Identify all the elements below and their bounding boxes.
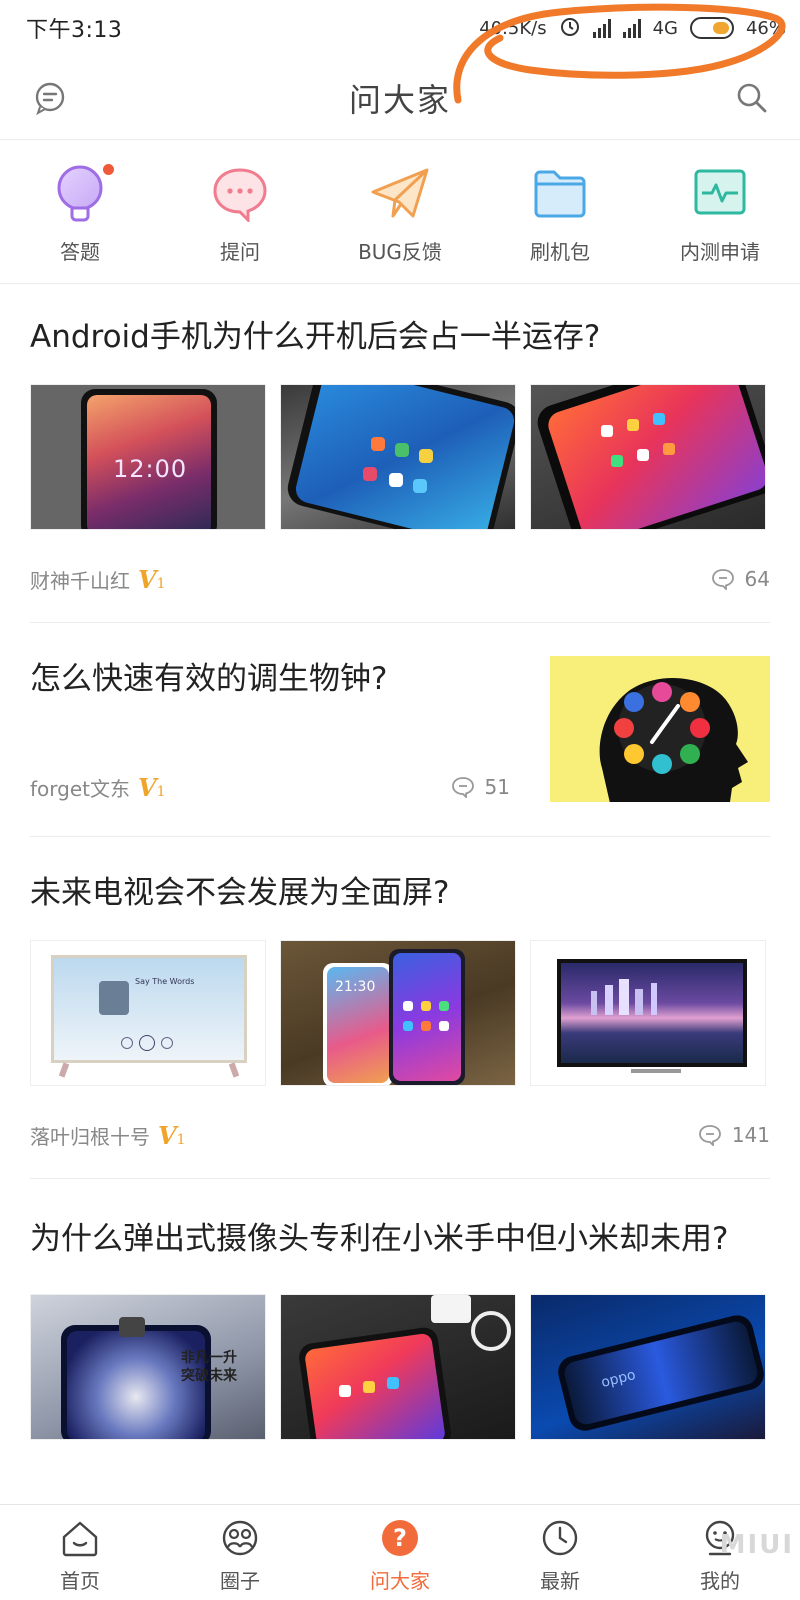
question-meta: 财神千山红 V1 64: [30, 564, 770, 594]
phone-time: 21:30: [335, 979, 376, 995]
alarm-icon: [559, 15, 581, 42]
question-card[interactable]: 未来电视会不会发展为全面屏? Say The Words 21:30 落叶归根十…: [30, 870, 770, 1150]
question-title[interactable]: 为什么弹出式摄像头专利在小米手中但小米却未用?: [30, 1212, 770, 1266]
category-bug-feedback[interactable]: BUG反馈: [320, 140, 480, 283]
comment-icon: [711, 569, 734, 590]
question-image[interactable]: [280, 384, 516, 530]
notification-dot: [103, 164, 114, 175]
question-image[interactable]: Say The Words: [30, 940, 266, 1086]
author-name: 财神千山红: [30, 568, 130, 593]
author-name: 落叶归根十号: [30, 1124, 150, 1149]
app-header: 问大家: [0, 56, 800, 140]
category-ask[interactable]: 提问: [160, 140, 320, 283]
lightbulb-icon: [48, 162, 114, 226]
question-image[interactable]: [550, 656, 770, 802]
community-icon: [219, 1517, 261, 1559]
vip-badge: V1: [138, 772, 166, 802]
nav-ask-everyone[interactable]: ? 问大家: [320, 1505, 480, 1600]
battery-icon: [689, 17, 734, 39]
category-label: 答题: [60, 240, 100, 264]
question-feed: Android手机为什么开机后会占一半运存? 12:00 财神千山红 V1 64…: [0, 284, 800, 1504]
home-icon: [59, 1517, 101, 1559]
nav-label: 最新: [540, 1569, 580, 1593]
question-image[interactable]: [530, 940, 766, 1086]
nav-home[interactable]: 首页: [0, 1505, 160, 1600]
battery-level: 46%: [745, 17, 786, 39]
network-type: 4G: [652, 17, 678, 39]
divider: [30, 1178, 770, 1179]
category-answer[interactable]: 答题: [0, 140, 160, 283]
paper-plane-icon: [368, 162, 432, 226]
question-title[interactable]: 未来电视会不会发展为全面屏?: [30, 870, 770, 916]
question-meta: forget文东 V1 51: [30, 772, 510, 802]
promo-text: 非凡一升 突破未来: [181, 1350, 237, 1384]
category-label: 内测申请: [680, 240, 760, 264]
brain-clock-illustration: [599, 678, 748, 802]
question-image[interactable]: [280, 1294, 516, 1440]
nav-label: 问大家: [370, 1569, 430, 1593]
vip-badge: V1: [158, 1120, 186, 1150]
nav-community[interactable]: 圈子: [160, 1505, 320, 1600]
tv-caption: Say The Words: [135, 977, 195, 986]
question-meta: 落叶归根十号 V1 141: [30, 1120, 770, 1150]
vip-badge: V1: [138, 564, 166, 594]
chat-bubble-icon: [208, 162, 272, 226]
author-info[interactable]: 落叶归根十号 V1: [30, 1121, 186, 1150]
clock-icon: [539, 1517, 581, 1559]
category-label: BUG反馈: [358, 240, 442, 264]
question-title[interactable]: Android手机为什么开机后会占一半运存?: [30, 314, 770, 360]
category-label: 刷机包: [530, 240, 590, 264]
comment-icon: [451, 777, 474, 798]
category-label: 提问: [220, 240, 260, 264]
question-image[interactable]: oppo: [530, 1294, 766, 1440]
author-info[interactable]: 财神千山红 V1: [30, 565, 166, 594]
status-time: 下午3:13: [26, 18, 123, 43]
comment-count[interactable]: 64: [711, 567, 770, 591]
comment-count[interactable]: 51: [451, 775, 510, 799]
divider: [30, 836, 770, 837]
bottom-nav: 首页 圈子 ? 问大家 最新 我的: [0, 1504, 800, 1600]
comment-icon: [698, 1125, 721, 1146]
question-card[interactable]: 为什么弹出式摄像头专利在小米手中但小米却未用? 非凡一升 突破未来 oppo: [30, 1212, 770, 1440]
pulse-monitor-icon: [688, 162, 752, 226]
nav-label: 圈子: [220, 1569, 260, 1593]
search-button[interactable]: [730, 76, 774, 120]
author-info[interactable]: forget文东 V1: [30, 773, 166, 802]
nav-label: 首页: [60, 1569, 100, 1593]
signal-icon-1: [592, 18, 611, 38]
image-row: Say The Words 21:30: [30, 940, 770, 1086]
question-card[interactable]: 怎么快速有效的调生物钟? forget文东 V1 51: [30, 656, 770, 802]
svg-text:?: ?: [393, 1524, 407, 1552]
image-row: 非凡一升 突破未来 oppo: [30, 1294, 770, 1440]
divider: [30, 622, 770, 623]
clock-text: 12:00: [113, 455, 188, 483]
question-title[interactable]: 怎么快速有效的调生物钟?: [30, 656, 510, 702]
comment-count[interactable]: 141: [698, 1123, 770, 1147]
nav-latest[interactable]: 最新: [480, 1505, 640, 1600]
status-bar: 下午3:13 40.5K/s 4G 46%: [0, 0, 800, 56]
miui-watermark: MIUI: [719, 1530, 794, 1560]
page-title: 问大家: [348, 80, 451, 119]
network-speed: 40.5K/s: [479, 17, 547, 39]
question-image[interactable]: 12:00: [30, 384, 266, 530]
author-name: forget文东: [30, 776, 130, 801]
question-icon: ?: [379, 1517, 421, 1559]
category-bar: 答题 提问 BUG反馈 刷机包 内测申请: [0, 140, 800, 284]
category-rom-package[interactable]: 刷机包: [480, 140, 640, 283]
question-image[interactable]: 非凡一升 突破未来: [30, 1294, 266, 1440]
question-image[interactable]: [530, 384, 766, 530]
question-image[interactable]: 21:30: [280, 940, 516, 1086]
nav-label: 我的: [700, 1569, 740, 1593]
status-icons: 40.5K/s 4G 46%: [479, 15, 786, 42]
category-beta-apply[interactable]: 内测申请: [640, 140, 800, 283]
question-card[interactable]: Android手机为什么开机后会占一半运存? 12:00 财神千山红 V1 64: [30, 314, 770, 594]
image-row: 12:00: [30, 384, 770, 530]
search-icon: [737, 83, 767, 113]
signal-icon-2: [622, 18, 641, 38]
message-button[interactable]: [28, 76, 72, 120]
folder-icon: [528, 162, 592, 226]
message-icon: [35, 82, 65, 116]
